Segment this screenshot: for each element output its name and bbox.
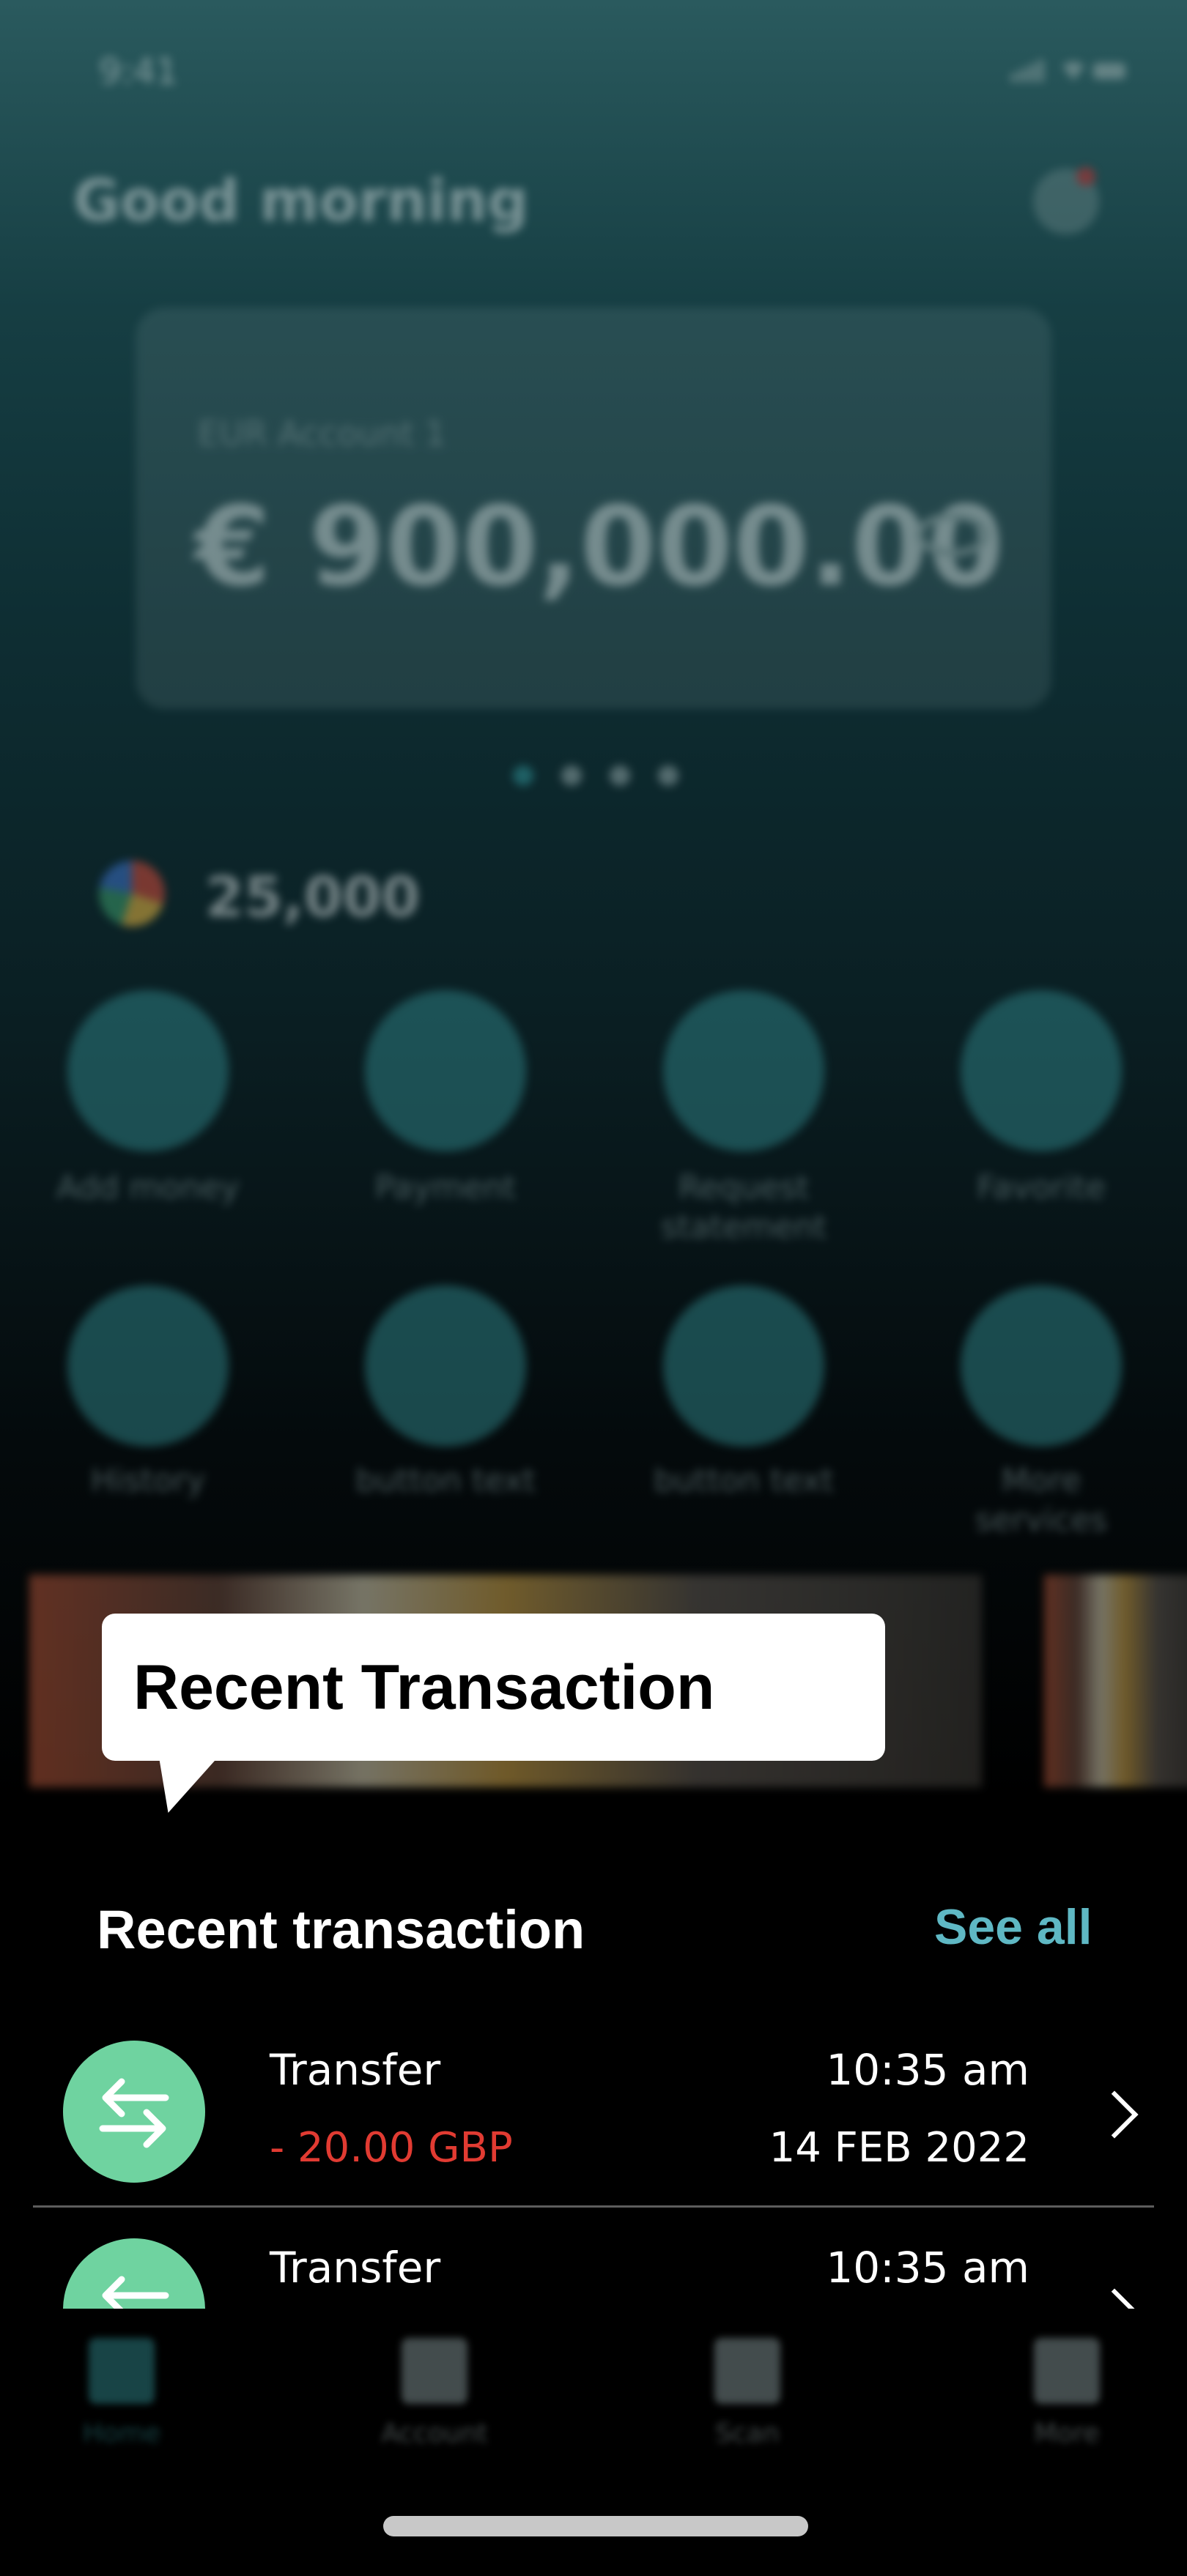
transfer-arrows-icon [102,2276,169,2309]
transaction-date: 14 FEB 2022 [769,2124,1029,2172]
carousel-dot [513,765,533,786]
chevron-right-icon [1090,2090,1139,2139]
transfer-arrows-icon [99,2078,169,2148]
quick-action-label: Favorite [977,1169,1106,1206]
nav-home[interactable]: Home [48,2338,195,2449]
see-all-link[interactable]: See all [934,1898,1092,1956]
chevron-right-icon [1090,2288,1139,2309]
status-icons [1011,60,1125,82]
quick-action-label: button text [355,1462,536,1499]
nav-label: Home [82,2419,161,2449]
nav-label: Scan [715,2419,780,2449]
wallet-icon [402,2338,467,2404]
home-indicator [383,2516,808,2536]
request-statement-icon [663,990,824,1151]
transaction-type: Transfer [270,2045,441,2095]
account-balance: € 900,000.00 [194,483,1005,611]
carousel-dot [561,765,582,786]
account-label: EUR Account 1 [198,414,446,453]
points-icon [99,861,165,927]
quick-action-label: Payment [374,1169,517,1206]
transaction-type: Transfer [270,2243,441,2293]
quick-action-label: Request statement [660,1169,827,1246]
points-value: 25,000 [205,864,421,929]
nav-account[interactable]: Account [361,2338,508,2449]
status-time: 9:41 [99,51,178,92]
dimmed-home-content: 9:41 Good morning EUR Account 1 € 900,00… [0,0,1187,1816]
favorite-icon [961,990,1122,1151]
payment-icon [365,990,526,1151]
greeting: Good morning [73,168,529,234]
history-icon [67,1285,229,1447]
plus-icon [663,1285,824,1447]
transaction-time: 10:35 am [826,2045,1029,2095]
transaction-amount: - 20.00 GBP [270,2124,513,2172]
plus-icon [365,1285,526,1447]
notification-dot [1076,167,1095,186]
quick-action-label: More services [975,1462,1108,1539]
nav-more[interactable]: More [994,2338,1140,2449]
nav-scan[interactable]: Scan [674,2338,821,2449]
eye-icon [916,513,989,557]
section-title: Recent transaction [97,1899,585,1960]
transfer-icon [63,2041,205,2183]
nav-label: Account [381,2419,488,2449]
transaction-time: 10:35 am [826,2243,1029,2293]
carousel-dot [658,765,678,786]
app-screen: 9:41 Good morning EUR Account 1 € 900,00… [0,0,1187,2576]
quick-action-label: History [90,1462,206,1499]
nav-label: More [1034,2419,1100,2449]
carousel-dot [610,765,630,786]
grid-icon [961,1285,1122,1447]
home-icon [89,2338,155,2404]
carousel-dots [513,765,706,789]
transaction-row[interactable]: Transfer 10:35 am - 20.00 GBP 14 FEB 202… [0,2029,1187,2205]
tooltip-text: Recent Transaction [133,1652,715,1723]
transaction-row[interactable]: Transfer 10:35 am [0,2227,1187,2309]
promo-banner [1044,1575,1187,1787]
menu-icon [1034,2338,1100,2404]
quick-action-label: Add money [56,1169,240,1206]
divider [33,2205,1154,2208]
quick-action-label: button text [654,1462,834,1499]
transfer-icon [63,2238,205,2309]
scan-icon [714,2338,780,2404]
add-money-icon [67,990,229,1151]
